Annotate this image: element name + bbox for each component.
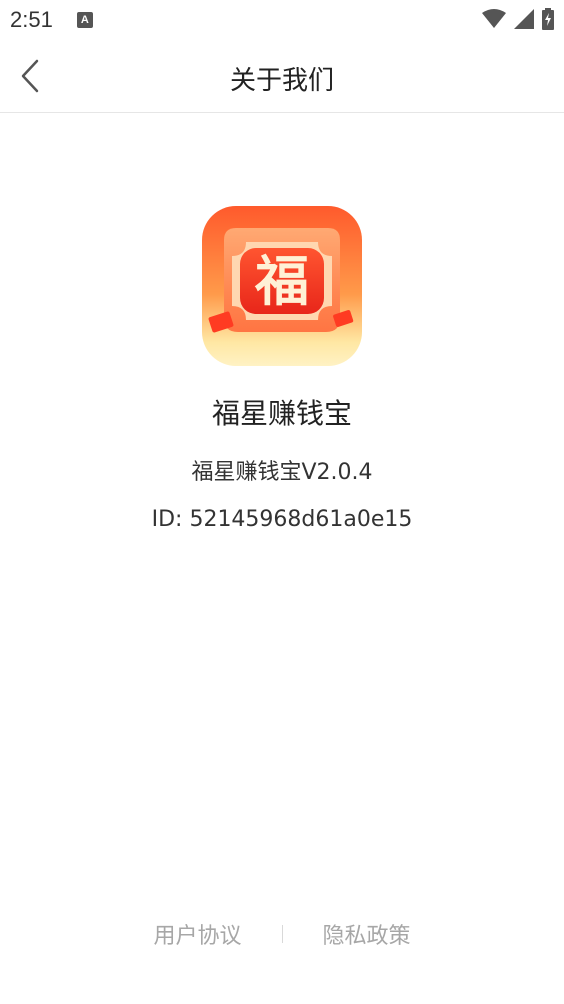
privacy-policy-link[interactable]: 隐私政策 — [323, 918, 411, 950]
wifi-icon — [482, 9, 506, 28]
battery-charging-icon — [542, 8, 554, 30]
status-bar: 2:51 A — [0, 0, 564, 40]
status-time: 2:51 — [10, 7, 53, 32]
app-logo: 福 — [202, 206, 362, 366]
user-agreement-link[interactable]: 用户协议 — [153, 918, 241, 950]
footer-divider — [281, 925, 283, 943]
logo-character: 福 — [254, 250, 309, 313]
app-name: 福星赚钱宝 — [211, 397, 352, 430]
footer-links: 用户协议 隐私政策 — [0, 916, 564, 952]
app-version: 福星赚钱宝V2.0.4 — [191, 460, 373, 485]
about-us-screen: 2:51 A 关于我们 福 福星赚钱宝 福星赚钱宝V2.0.4 ID: 5214… — [0, 0, 564, 1004]
page-title: 关于我们 — [229, 66, 334, 96]
status-icons — [482, 8, 554, 30]
notification-app-icon: A — [76, 12, 93, 28]
app-header: 关于我们 — [0, 40, 564, 113]
app-id: ID: 52145968d61a0e15 — [151, 507, 413, 532]
signal-icon — [514, 9, 534, 29]
